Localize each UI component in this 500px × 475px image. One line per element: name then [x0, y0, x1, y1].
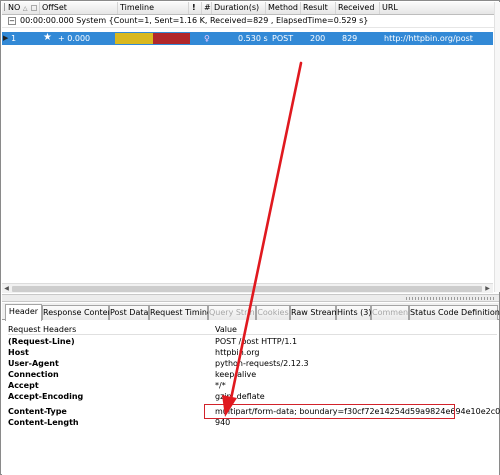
- col-no[interactable]: NO △: [2, 2, 40, 14]
- request-result: 200: [310, 34, 326, 43]
- timeline-wait-segment: [115, 33, 153, 44]
- grid-header: NO △ OffSet Timeline ! # Duration(s) Met…: [2, 2, 494, 15]
- headers-column-header: Request Headers Value: [8, 324, 497, 335]
- header-name: Accept: [8, 381, 39, 390]
- request-received: 829: [342, 34, 358, 43]
- col-method[interactable]: Method: [266, 2, 301, 14]
- header-name: Content-Length: [8, 418, 79, 427]
- session-summary: 00:00:00.000 System {Count=1, Sent=1.16 …: [20, 16, 369, 25]
- checkbox-icon: [31, 5, 37, 11]
- header-value: POST /post HTTP/1.1: [215, 337, 298, 346]
- header-name: Host: [8, 348, 29, 357]
- request-list-area[interactable]: [2, 46, 493, 282]
- request-url[interactable]: http://httpbin.org/post: [384, 32, 473, 45]
- request-method: POST: [272, 34, 294, 43]
- panel-splitter[interactable]: [2, 294, 499, 302]
- tab-query-strings[interactable]: Query Strings: [208, 305, 264, 320]
- vertical-scrollbar[interactable]: [494, 2, 500, 292]
- col-received[interactable]: Received: [336, 2, 380, 14]
- tab-cookies[interactable]: Cookies: [256, 305, 290, 320]
- headers-panel: Request Headers Value (Request-Line) POS…: [2, 320, 500, 475]
- timeline-receive-segment: [153, 33, 190, 44]
- scroll-right-icon[interactable]: ▶: [483, 285, 492, 293]
- header-name: Accept-Encoding: [8, 392, 84, 401]
- expand-icon[interactable]: −: [8, 17, 16, 25]
- header-value: */*: [215, 381, 226, 390]
- scroll-left-icon[interactable]: ◀: [2, 285, 11, 293]
- header-value: httpbin.org: [215, 348, 260, 357]
- col-timeline[interactable]: Timeline: [118, 2, 189, 14]
- tab-hints[interactable]: Hints (3): [336, 305, 372, 320]
- header-name: (Request-Line): [8, 337, 75, 346]
- scroll-thumb[interactable]: [12, 286, 482, 292]
- tab-post-data[interactable]: Post Data: [109, 305, 149, 320]
- request-duration: 0.530 s: [238, 34, 268, 43]
- http-analyzer-window: NO △ OffSet Timeline ! # Duration(s) Met…: [0, 0, 500, 475]
- col-request-headers[interactable]: Request Headers: [8, 324, 76, 335]
- col-result[interactable]: Result: [301, 2, 336, 14]
- timeline-bar: [115, 33, 190, 44]
- request-row-selected[interactable]: ▶ 1 ★ + 0.000 ♀ 0.530 s POST 200 829 htt…: [2, 32, 493, 45]
- col-flag[interactable]: !: [189, 2, 202, 14]
- header-value: python-requests/2.12.3: [215, 359, 309, 368]
- tab-header[interactable]: Header: [5, 304, 42, 321]
- star-icon[interactable]: ★: [43, 31, 52, 44]
- header-name: Connection: [8, 370, 59, 379]
- col-url[interactable]: URL: [380, 2, 494, 14]
- header-value: gzip, deflate: [215, 392, 265, 401]
- col-offset[interactable]: OffSet: [40, 2, 118, 14]
- request-offset: + 0.000: [58, 34, 91, 43]
- header-name: User-Agent: [8, 359, 59, 368]
- tab-comment[interactable]: Comment: [371, 305, 411, 320]
- session-group-row[interactable]: − 00:00:00.000 System {Count=1, Sent=1.1…: [2, 15, 494, 28]
- col-hash[interactable]: #: [202, 2, 212, 14]
- detail-tabs: Header Response Content Post Data Reques…: [2, 303, 500, 321]
- tab-request-timing[interactable]: Request Timing: [149, 305, 212, 320]
- tab-status-code-definition[interactable]: Status Code Definition: [409, 305, 500, 320]
- header-name: Content-Type: [8, 407, 67, 416]
- splitter-grip[interactable]: [406, 297, 496, 300]
- col-value[interactable]: Value: [215, 324, 237, 335]
- tab-raw-stream[interactable]: Raw Stream: [290, 305, 339, 320]
- row-pointer-icon: ▶: [3, 34, 9, 42]
- pin-icon: ♀: [204, 34, 210, 43]
- tab-response-content[interactable]: Response Content: [42, 305, 116, 320]
- horizontal-scrollbar[interactable]: ◀ ▶: [2, 283, 493, 293]
- request-no: 1: [11, 34, 17, 43]
- col-duration[interactable]: Duration(s): [212, 2, 266, 14]
- annotation-highlight-box: [204, 404, 455, 419]
- column-grip-icon: [4, 3, 6, 11]
- sort-icon: △: [22, 5, 28, 12]
- header-value: keep-alive: [215, 370, 257, 379]
